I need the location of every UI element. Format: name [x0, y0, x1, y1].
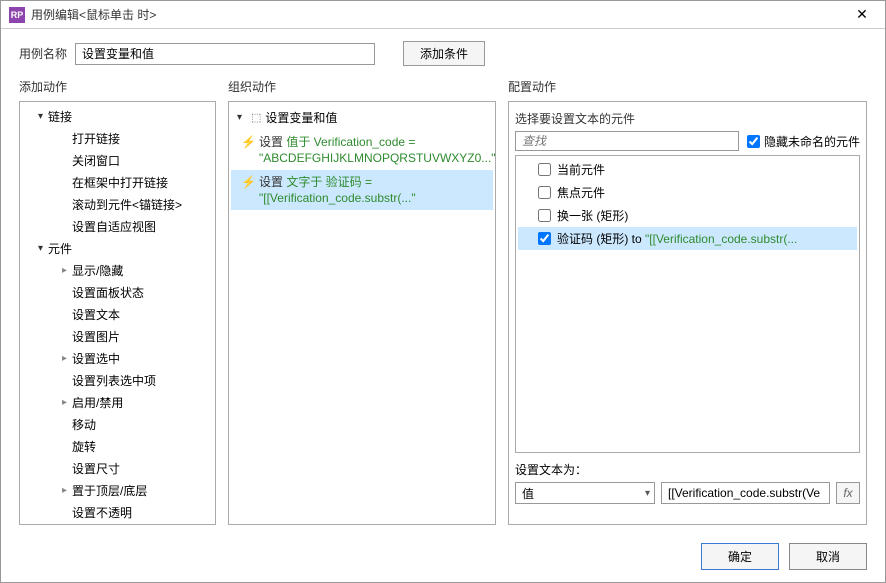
add-condition-button[interactable]: 添加条件 [403, 41, 485, 66]
organize-action-column: 组织动作 ⬚设置变量和值⚡设置 值于 Verification_code ="A… [228, 78, 496, 525]
tree-item-widget[interactable]: 启用/禁用 [22, 392, 213, 414]
organize-root-label: 设置变量和值 [265, 110, 337, 126]
hide-unnamed-label[interactable]: 隐藏未命名的元件 [764, 133, 860, 150]
tree-item-label: 打开链接 [72, 130, 120, 148]
organize-action-item[interactable]: ⚡设置 值于 Verification_code ="ABCDEFGHIJKLM… [231, 130, 493, 170]
widget-search-input[interactable] [515, 131, 739, 151]
widget-list[interactable]: 当前元件焦点元件换一张 (矩形) 验证码 (矩形) to "[[Verificat… [515, 155, 860, 453]
tree-item-label: 设置尺寸 [72, 460, 120, 478]
tree-arrow-icon [62, 394, 72, 412]
app-icon: RP [9, 7, 25, 23]
case-editor-dialog: RP 用例编辑<鼠标单击 时> ✕ 用例名称 添加条件 添加动作 链接打开链接关… [0, 0, 886, 583]
widget-label: 换一张 (矩形) [557, 207, 628, 224]
tree-arrow-icon [62, 262, 72, 280]
tree-item-label: 设置列表选中项 [72, 372, 156, 390]
case-icon: ⬚ [251, 110, 261, 126]
set-text-value-input[interactable] [661, 482, 830, 504]
tree-item-link[interactable]: 设置自适应视图 [22, 216, 213, 238]
widget-list-item[interactable]: 换一张 (矩形) [518, 204, 857, 227]
widget-checkbox[interactable] [538, 209, 551, 222]
dialog-title: 用例编辑<鼠标单击 时> [31, 6, 847, 23]
organize-root[interactable]: ⬚设置变量和值 [231, 106, 493, 130]
add-action-column: 添加动作 链接打开链接关闭窗口在框架中打开链接滚动到元件<锚链接> 设置自适应视图… [19, 78, 216, 525]
tree-item-label: 滚动到元件<锚链接> [72, 196, 182, 214]
tree-item-link[interactable]: 在框架中打开链接 [22, 172, 213, 194]
widget-list-item[interactable]: 焦点元件 [518, 181, 857, 204]
tree-item-label: 元件 [48, 240, 72, 258]
ok-button[interactable]: 确定 [701, 543, 779, 570]
tree-item-widget[interactable]: 设置列表选中项 [22, 370, 213, 392]
dropdown-value: 值 [522, 485, 534, 502]
tree-item-label: 显示/隐藏 [72, 262, 123, 280]
bolt-icon: ⚡ [241, 134, 256, 150]
configure-panel: 选择要设置文本的元件 隐藏未命名的元件 当前元件焦点元件换一张 (矩形) 验证码 … [508, 101, 867, 525]
tree-item-link[interactable]: 打开链接 [22, 128, 213, 150]
tree-item-link[interactable]: 关闭窗口 [22, 150, 213, 172]
hide-unnamed-checkbox[interactable] [747, 135, 760, 148]
tree-group-links[interactable]: 链接 [22, 106, 213, 128]
set-text-type-dropdown[interactable]: 值 ▾ [515, 482, 655, 504]
case-name-row: 用例名称 添加条件 [1, 29, 885, 78]
tree-item-widget[interactable]: 置于顶层/底层 [22, 480, 213, 502]
configure-action-column: 配置动作 选择要设置文本的元件 隐藏未命名的元件 当前元件焦点元件换一张 (矩形… [508, 78, 867, 525]
tree-item-widget[interactable]: 设置图片 [22, 326, 213, 348]
tree-item-label: 设置图片 [72, 328, 120, 346]
widget-list-item[interactable]: 验证码 (矩形) to "[[Verification_code.substr(… [518, 227, 857, 250]
fx-button[interactable]: fx [836, 482, 860, 504]
tree-item-label: 关闭窗口 [72, 152, 120, 170]
tree-item-label: 设置自适应视图 [72, 218, 156, 236]
action-tree[interactable]: 链接打开链接关闭窗口在框架中打开链接滚动到元件<锚链接> 设置自适应视图元件显示/… [19, 101, 216, 525]
main-columns: 添加动作 链接打开链接关闭窗口在框架中打开链接滚动到元件<锚链接> 设置自适应视图… [1, 78, 885, 535]
tree-item-label: 置于顶层/底层 [72, 482, 147, 500]
tree-item-label: 设置不透明 [72, 504, 132, 522]
tree-item-label: 旋转 [72, 438, 96, 456]
set-text-label: 设置文本为： [515, 461, 860, 478]
widget-checkbox[interactable] [538, 186, 551, 199]
tree-item-widget[interactable]: 移动 [22, 414, 213, 436]
tree-item-link[interactable]: 滚动到元件<锚链接> [22, 194, 213, 216]
tree-item-widget[interactable]: 显示/隐藏 [22, 260, 213, 282]
titlebar: RP 用例编辑<鼠标单击 时> ✕ [1, 1, 885, 29]
tree-item-widget[interactable]: 设置不透明 [22, 502, 213, 524]
configure-action-title: 配置动作 [508, 78, 867, 101]
tree-arrow-icon [237, 110, 247, 126]
chevron-down-icon: ▾ [645, 488, 650, 499]
tree-item-widget[interactable]: 设置尺寸 [22, 458, 213, 480]
organize-panel[interactable]: ⬚设置变量和值⚡设置 值于 Verification_code ="ABCDEF… [228, 101, 496, 525]
case-name-input[interactable] [75, 43, 375, 65]
case-name-label: 用例名称 [19, 45, 67, 62]
tree-item-widget[interactable]: 设置选中 [22, 348, 213, 370]
tree-item-label: 在框架中打开链接 [72, 174, 168, 192]
organize-action-item[interactable]: ⚡设置 文字于 验证码 ="[[Verification_code.substr… [231, 170, 493, 210]
widget-checkbox[interactable] [538, 163, 551, 176]
dialog-footer: 确定 取消 [1, 535, 885, 582]
tree-item-label: 设置选中 [72, 350, 120, 368]
organize-action-title: 组织动作 [228, 78, 496, 101]
widget-label: 当前元件 [557, 161, 605, 178]
add-action-title: 添加动作 [19, 78, 216, 101]
tree-item-widget[interactable]: 获取焦点 [22, 524, 213, 525]
widget-checkbox[interactable] [538, 232, 551, 245]
tree-item-label: 设置文本 [72, 306, 120, 324]
tree-arrow-icon [38, 108, 48, 126]
tree-item-widget[interactable]: 设置面板状态 [22, 282, 213, 304]
widget-label: 验证码 (矩形) to "[[Verification_code.substr(… [557, 230, 797, 247]
tree-item-widget[interactable]: 旋转 [22, 436, 213, 458]
tree-item-widget[interactable]: 设置文本 [22, 304, 213, 326]
tree-group-widgets[interactable]: 元件 [22, 238, 213, 260]
tree-arrow-icon [62, 482, 72, 500]
cancel-button[interactable]: 取消 [789, 543, 867, 570]
select-widget-label: 选择要设置文本的元件 [515, 108, 860, 131]
widget-label: 焦点元件 [557, 184, 605, 201]
tree-arrow-icon [38, 240, 48, 258]
tree-item-label: 链接 [48, 108, 72, 126]
tree-arrow-icon [62, 350, 72, 368]
tree-item-label: 设置面板状态 [72, 284, 144, 302]
tree-item-label: 移动 [72, 416, 96, 434]
tree-item-label: 启用/禁用 [72, 394, 123, 412]
bolt-icon: ⚡ [241, 174, 256, 190]
close-button[interactable]: ✕ [847, 5, 877, 25]
widget-list-item[interactable]: 当前元件 [518, 158, 857, 181]
